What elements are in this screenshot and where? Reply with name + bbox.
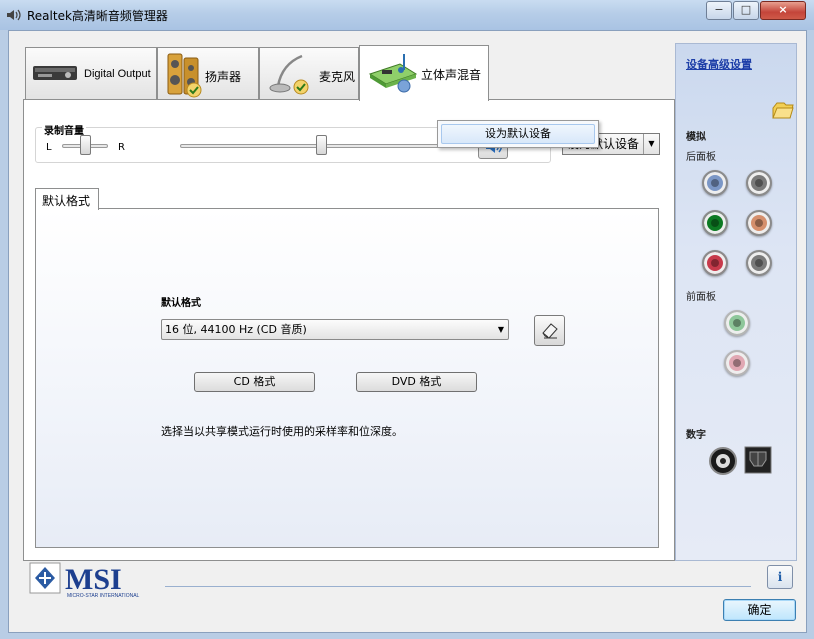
tab-stereo-mix[interactable]: 立体声混音: [359, 45, 489, 101]
rear-jack-blue[interactable]: [702, 170, 728, 196]
default-format-description: 选择当以共享模式运行时使用的采样率和位深度。: [161, 425, 403, 438]
chevron-down-icon: ▼: [497, 325, 504, 334]
default-format-select[interactable]: 16 位, 44100 Hz (CD 音质) ▼: [161, 319, 509, 340]
tab-speaker[interactable]: 扬声器: [157, 47, 259, 99]
balance-slider-thumb[interactable]: [80, 135, 91, 155]
context-menu: 设为默认设备: [437, 120, 599, 148]
footer-divider: [165, 586, 751, 587]
folder-icon[interactable]: [772, 100, 794, 120]
balance-right-label: R: [118, 142, 125, 153]
default-format-heading: 默认格式: [161, 298, 201, 309]
window-title: Realtek高清晰音频管理器: [27, 9, 168, 23]
front-jack-pink[interactable]: [724, 350, 750, 376]
stereo-mix-icon: [368, 54, 418, 93]
digital-output-device-icon: [33, 66, 77, 80]
digital-heading: 数字: [686, 430, 706, 441]
front-jack-green[interactable]: [724, 310, 750, 336]
title-bar: Realtek高清晰音频管理器 − □ ×: [0, 0, 814, 30]
tab-label: 立体声混音: [421, 68, 482, 82]
analog-heading: 模拟: [686, 132, 706, 143]
cd-format-button[interactable]: CD 格式: [194, 372, 315, 392]
close-button[interactable]: ×: [760, 1, 806, 20]
rear-jack-orange[interactable]: [746, 210, 772, 236]
speaker-app-icon: [7, 9, 21, 21]
volume-slider-thumb[interactable]: [316, 135, 327, 155]
tab-microphone[interactable]: 麦克风: [259, 47, 359, 99]
default-format-value: 16 位, 44100 Hz (CD 音质): [165, 323, 307, 336]
balance-left-label: L: [46, 142, 52, 153]
recording-volume-title: 录制音量: [42, 122, 86, 137]
tab-default-format[interactable]: 默认格式: [35, 188, 99, 210]
info-button[interactable]: i: [767, 565, 793, 589]
eraser-icon: [542, 323, 558, 339]
front-panel-label: 前面板: [686, 292, 716, 303]
rear-jack-gray[interactable]: [746, 170, 772, 196]
stereo-mix-panel: 录制音量 L R 设为默认设备 ▼ 默认格式 默认格式 16 位, 44100 …: [23, 99, 675, 561]
tab-label: Digital Output: [84, 68, 151, 80]
microphone-icon: [269, 54, 309, 95]
set-default-device-menu-item[interactable]: 设为默认设备: [441, 124, 595, 144]
rear-panel-label: 后面板: [686, 152, 716, 163]
rear-jack-green[interactable]: [702, 210, 728, 236]
ok-button[interactable]: 确定: [723, 599, 796, 621]
msi-brand-text: MSI: [65, 563, 122, 596]
tab-digital-output[interactable]: Digital Output: [25, 47, 157, 99]
msi-logo: MSI MICRO-STAR INTERNATIONAL: [29, 562, 140, 599]
tab-label: 麦克风: [319, 70, 356, 84]
chevron-down-icon: ▼: [643, 134, 659, 154]
coaxial-output-icon[interactable]: [708, 446, 738, 476]
msi-brand-subtitle: MICRO-STAR INTERNATIONAL: [67, 593, 140, 599]
rear-jack-pink[interactable]: [702, 250, 728, 276]
maximize-button[interactable]: □: [733, 1, 759, 20]
window-frame: Digital Output 扬声器 麦克风 立体声混音 设为默认设备 录制音量…: [0, 30, 814, 639]
minimize-button[interactable]: −: [706, 1, 732, 20]
optical-output-icon[interactable]: [744, 446, 772, 474]
connector-panel: 设备高级设置 模拟 后面板 前面板 数字: [675, 43, 797, 561]
rear-jack-gray-2[interactable]: [746, 250, 772, 276]
tab-label: 扬声器: [205, 70, 242, 84]
advanced-device-settings-link[interactable]: 设备高级设置: [686, 56, 752, 72]
reset-format-button[interactable]: [534, 315, 565, 346]
client-area: Digital Output 扬声器 麦克风 立体声混音 设为默认设备 录制音量…: [8, 30, 807, 633]
speaker-icon: [167, 53, 202, 98]
dvd-format-button[interactable]: DVD 格式: [356, 372, 477, 392]
default-format-panel: 默认格式 16 位, 44100 Hz (CD 音质) ▼ CD 格式 DVD …: [35, 208, 659, 548]
